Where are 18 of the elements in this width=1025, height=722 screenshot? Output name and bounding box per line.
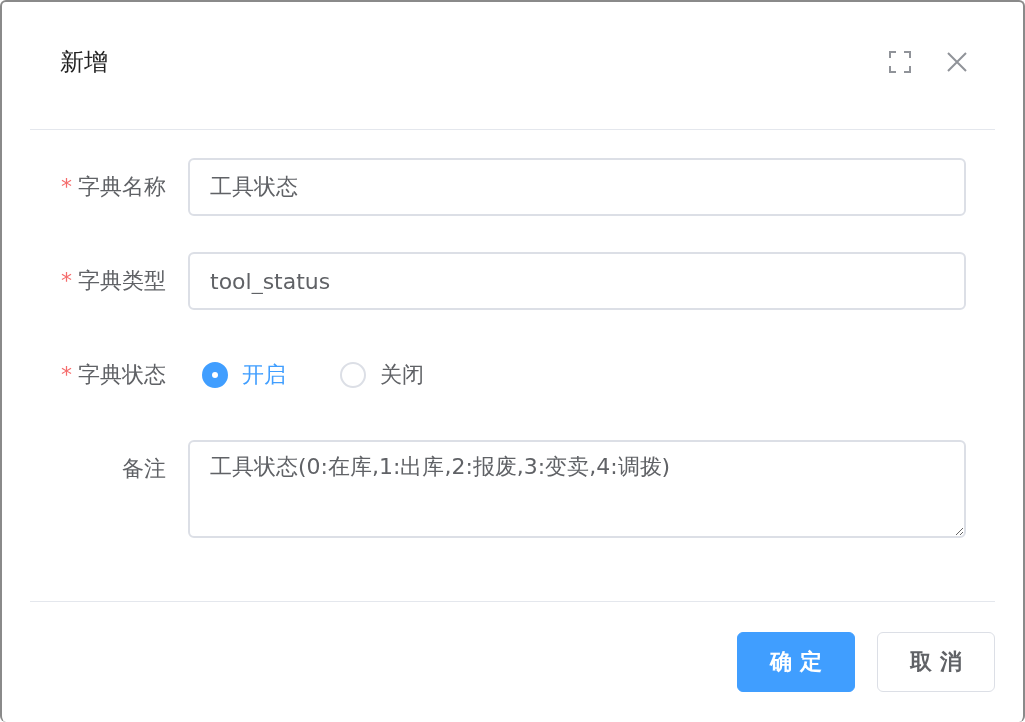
field-label: 字典名称 <box>78 174 166 199</box>
required-mark: * <box>61 268 72 293</box>
radio-option[interactable]: 关闭 <box>340 360 424 390</box>
cancel-button[interactable]: 取 消 <box>877 632 995 692</box>
text-input[interactable]: tool_status <box>188 252 966 310</box>
close-icon[interactable] <box>947 51 967 72</box>
remark-textarea[interactable]: 工具状态(0:在库,1:出库,2:报废,3:变卖,4:调拨) <box>188 440 966 538</box>
required-mark: * <box>61 174 72 199</box>
field-label: 备注 <box>122 456 166 481</box>
fullscreen-icon[interactable] <box>889 50 911 73</box>
field-label: 字典类型 <box>78 268 166 293</box>
radio-label: 关闭 <box>380 361 424 389</box>
dialog-title: 新增 <box>60 46 108 78</box>
radio-circle[interactable] <box>202 362 228 388</box>
text-input[interactable]: 工具状态 <box>188 158 966 216</box>
required-mark: * <box>61 362 72 387</box>
radio-label: 开启 <box>242 361 286 389</box>
field-label: 字典状态 <box>78 362 166 387</box>
